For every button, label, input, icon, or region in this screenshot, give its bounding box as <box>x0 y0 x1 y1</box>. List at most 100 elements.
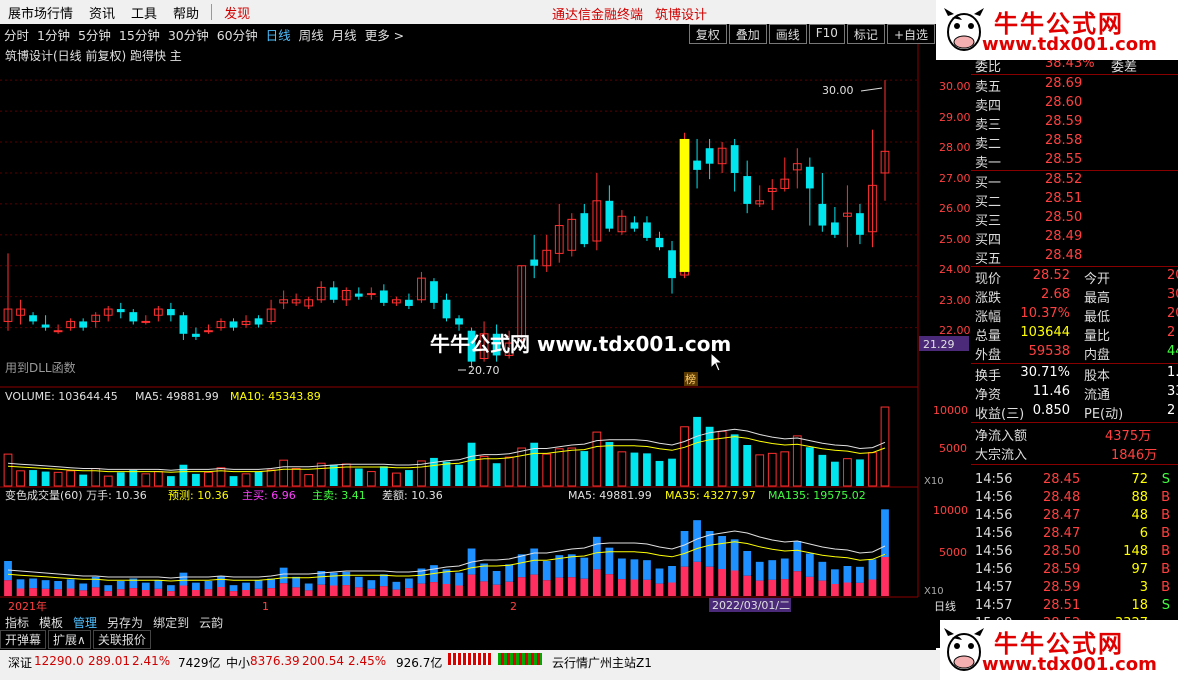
danmaku-button[interactable]: 开弹幕 <box>0 629 47 649</box>
buy-row-4[interactable]: 买四 28.49 <box>971 229 1178 248</box>
quote-row: 净资 11.46 流通 337 <box>971 384 1178 403</box>
indicator-bar-top <box>91 576 100 588</box>
indicator-bar-top <box>505 564 514 582</box>
sell-row-5[interactable]: 卖五 28.69 <box>971 76 1178 95</box>
period-15min[interactable]: 15分钟 <box>115 25 164 44</box>
chart-tools: 复权 叠加 画线 F10 标记 +自选 <box>687 24 935 44</box>
sz-label[interactable]: 深证 <box>8 654 32 671</box>
quote-label: 换手 <box>975 369 1002 384</box>
period-5min[interactable]: 5分钟 <box>74 25 115 44</box>
volume-bar <box>141 473 151 487</box>
flow-row: 净流入额 4375万 <box>971 425 1178 444</box>
indicator-bar-bottom <box>455 585 463 596</box>
indicator-bar-top <box>843 566 852 583</box>
indicator-bar-bottom <box>793 571 802 596</box>
sell-row-1[interactable]: 卖一 28.55 <box>971 152 1178 171</box>
tick-row: 14:56 28.47 48 B <box>971 508 1178 527</box>
divider <box>971 363 1178 364</box>
indicator-bar-bottom <box>743 575 752 596</box>
indicator-bar-top <box>618 558 626 580</box>
menu-news[interactable]: 资讯 <box>81 3 123 22</box>
indicator-bar-top <box>780 558 789 580</box>
adjust-button[interactable]: 复权 <box>688 24 727 44</box>
indicator-bar-bottom <box>780 579 789 596</box>
divider <box>971 74 1178 75</box>
menu-discover[interactable]: 发现 <box>216 3 258 22</box>
indicator-bar-top <box>217 576 225 587</box>
period-60min[interactable]: 60分钟 <box>213 25 262 44</box>
tab-indicator[interactable]: 指标 <box>0 614 34 631</box>
tab-cloud[interactable]: 云韵 <box>194 614 228 631</box>
zx-label[interactable]: 中小 <box>226 654 250 671</box>
tick-volume: 6 <box>1139 526 1148 541</box>
candle-body <box>141 320 151 323</box>
indicator-bar-bottom <box>267 588 275 596</box>
menu-divider <box>211 4 213 20</box>
buy-row-1[interactable]: 买一 28.52 <box>971 172 1178 191</box>
add-watchlist-button[interactable]: +自选 <box>886 24 935 44</box>
expand-button[interactable]: 扩展∧ <box>48 629 91 649</box>
buy-row-2[interactable]: 买二 28.51 <box>971 191 1178 210</box>
sell-price: 28.60 <box>1045 95 1083 110</box>
ind-unit: X10 <box>924 586 944 597</box>
terminal-title: 通达信金融终端 <box>552 8 644 23</box>
sell-row-3[interactable]: 卖三 28.59 <box>971 114 1178 133</box>
indicator-bar-bottom <box>116 589 125 596</box>
buy-label: 买二 <box>975 195 1002 210</box>
tick-volume: 97 <box>1131 562 1148 577</box>
volume-bar <box>442 461 451 486</box>
overlay-button[interactable]: 叠加 <box>728 24 767 44</box>
volume-bar <box>279 459 289 487</box>
indicator-bar-bottom <box>818 580 827 596</box>
menu-help[interactable]: 帮助 <box>165 3 207 22</box>
period-daily[interactable]: 日线 <box>262 25 295 44</box>
period-more[interactable]: 更多 > <box>361 25 408 44</box>
tick-price: 28.50 <box>1043 544 1081 559</box>
indicator-bar-top <box>805 553 814 577</box>
sell-row-2[interactable]: 卖二 28.58 <box>971 133 1178 152</box>
high-price-label: 30.00 <box>822 84 854 97</box>
quote-value: 11.46 <box>1032 384 1070 399</box>
buy-price: 28.51 <box>1045 191 1083 206</box>
candle-body <box>856 213 864 235</box>
period-1min[interactable]: 1分钟 <box>33 25 74 44</box>
volume-bars-group <box>3 406 890 487</box>
buy-row-5[interactable]: 买五 28.48 <box>971 248 1178 267</box>
server-name[interactable]: 云行情广州主站Z1 <box>552 654 652 671</box>
tick-side: B <box>1161 580 1170 595</box>
candle-body <box>530 259 539 266</box>
quote-row: 涨跌 2.68 最高 30 <box>971 287 1178 306</box>
period-weekly[interactable]: 周线 <box>295 25 328 44</box>
menu-market[interactable]: 展市场行情 <box>0 3 81 22</box>
indicator-bar-bottom <box>66 588 75 596</box>
divider <box>971 266 1178 267</box>
indicator-bar-bottom <box>492 584 501 596</box>
sell-row-4[interactable]: 卖四 28.60 <box>971 95 1178 114</box>
tab-manage[interactable]: 管理 <box>68 614 102 631</box>
tick-row: 14:56 28.47 6 B <box>971 526 1178 545</box>
indicator-bar-top <box>54 581 62 590</box>
tab-saveas[interactable]: 另存为 <box>102 614 148 631</box>
f10-button[interactable]: F10 <box>808 24 845 44</box>
indicator-bar-top <box>392 581 401 590</box>
mark-tag[interactable]: 榜 <box>685 372 696 386</box>
period-monthly[interactable]: 月线 <box>328 25 361 44</box>
period-intraday[interactable]: 分时 <box>0 25 33 44</box>
indicator-bar-bottom <box>442 584 451 596</box>
indicator-ma135: MA135: 19575.02 <box>768 489 866 502</box>
buy-row-3[interactable]: 买三 28.50 <box>971 210 1178 229</box>
tick-time: 14:56 <box>975 544 1013 559</box>
date-month1: 1 <box>262 600 269 613</box>
period-30min[interactable]: 30分钟 <box>164 25 213 44</box>
menu-tools[interactable]: 工具 <box>123 3 165 22</box>
tab-bind[interactable]: 绑定到 <box>148 614 194 631</box>
indicator-bar-bottom <box>254 588 263 596</box>
buy-label: 买一 <box>975 176 1002 191</box>
tab-template[interactable]: 模板 <box>34 614 68 631</box>
linked-quote-button[interactable]: 关联报价 <box>92 629 151 649</box>
quote-value: 28.52 <box>1032 268 1070 283</box>
mark-button[interactable]: 标记 <box>846 24 885 44</box>
flow-value: 1846万 <box>1111 448 1158 463</box>
draw-button[interactable]: 画线 <box>768 24 807 44</box>
volume-bar <box>455 464 463 486</box>
